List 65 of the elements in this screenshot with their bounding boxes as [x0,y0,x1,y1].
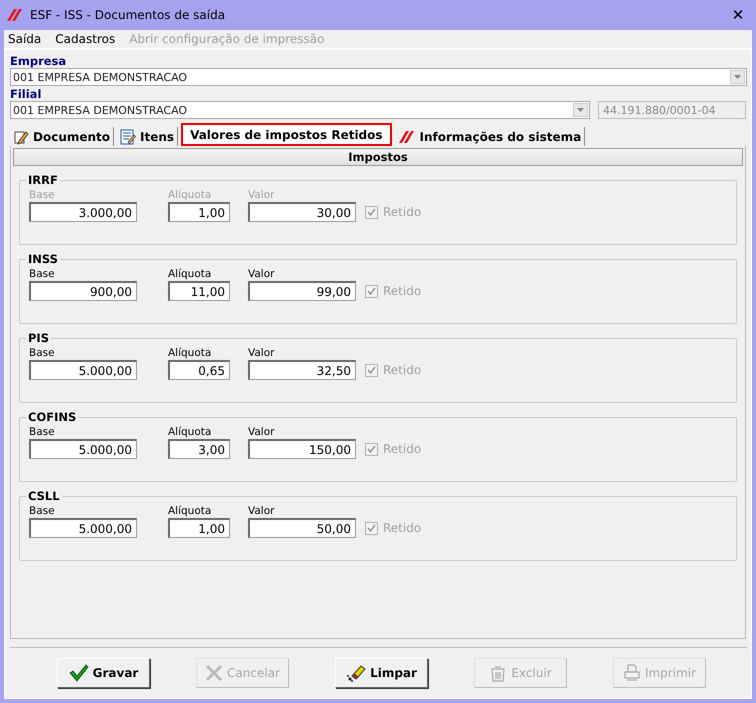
field-label: Valor [248,189,276,201]
section-header: Impostos [13,148,743,166]
input-field[interactable]: 150,00 [248,439,356,459]
field-label: Alíquota [168,268,212,280]
group-title: IRRF [26,173,60,187]
input-field[interactable]: 11,00 [168,281,230,301]
field-label: Alíquota [168,505,212,517]
checkbox[interactable] [365,284,378,298]
tab[interactable]: Documento [10,127,114,146]
group-title: CSLL [26,489,62,503]
input-field[interactable]: 5.000,00 [29,360,137,380]
field-label: Filial [10,88,42,101]
group-title: COFINS [26,410,78,424]
checkbox-label: Retido [383,205,422,219]
checkmark-icon [68,664,89,682]
group-title: PIS [26,331,51,345]
window-title: ESF - ISS - Documentos de saída [30,8,226,22]
field-label: Base [29,347,56,359]
tab[interactable]: Informações do sistema [394,127,586,146]
field-label: Alíquota [168,347,212,359]
field-label: Valor [248,426,276,438]
input-field[interactable]: 99,00 [248,281,356,301]
input-field[interactable]: 32,50 [248,360,356,380]
action-button[interactable]: Limpar [335,658,428,688]
group-title: INSS [26,252,60,266]
logo-icon [6,8,24,22]
action-button[interactable]: Gravar [57,658,150,688]
field-label: Base [29,426,56,438]
close-button[interactable]: ✕ [720,6,756,24]
field-label: Valor [248,505,276,517]
dropdown[interactable]: 001 EMPRESA DEMONSTRACAO [10,68,747,86]
checkbox[interactable] [365,522,378,534]
menu-item[interactable]: Cadastros [55,32,116,46]
list-icon [120,128,136,144]
menu-item[interactable]: Saída [8,32,42,46]
field-label: Alíquota [168,189,212,201]
input-field[interactable]: 1,00 [168,518,230,538]
checkbox-label: Retido [383,363,422,377]
checkbox-label: Retido [383,284,422,298]
trash-icon [489,664,508,682]
checkbox-label: Retido [383,442,422,456]
tab[interactable]: Itens [117,127,178,146]
input-field[interactable]: 3,00 [168,439,230,459]
pencil-icon [13,128,29,144]
tab[interactable]: Valores de impostos Retidos [181,123,392,146]
checkbox-label: Retido [383,521,422,535]
input-field[interactable]: 0,65 [168,360,230,380]
input-field[interactable]: 900,00 [29,281,137,301]
dropdown[interactable]: 001 EMPRESA DEMONSTRACAO [10,101,590,119]
field-label: Alíquota [168,426,212,438]
cross-icon [205,664,224,682]
field-label: Empresa [10,55,68,68]
field-label: Base [29,505,56,517]
input-field[interactable]: 50,00 [248,518,356,538]
checkbox[interactable] [365,442,378,456]
field-label: Valor [248,268,276,280]
field-label: Base [29,268,56,280]
input-field[interactable]: 5.000,00 [29,518,137,538]
printer-icon [622,664,641,682]
field-label: Base [29,189,56,201]
input-field[interactable]: 5.000,00 [29,439,137,459]
checkbox[interactable] [365,364,378,376]
eraser-icon [346,664,366,682]
logo-icon [398,130,416,144]
field-label: Valor [248,347,276,359]
